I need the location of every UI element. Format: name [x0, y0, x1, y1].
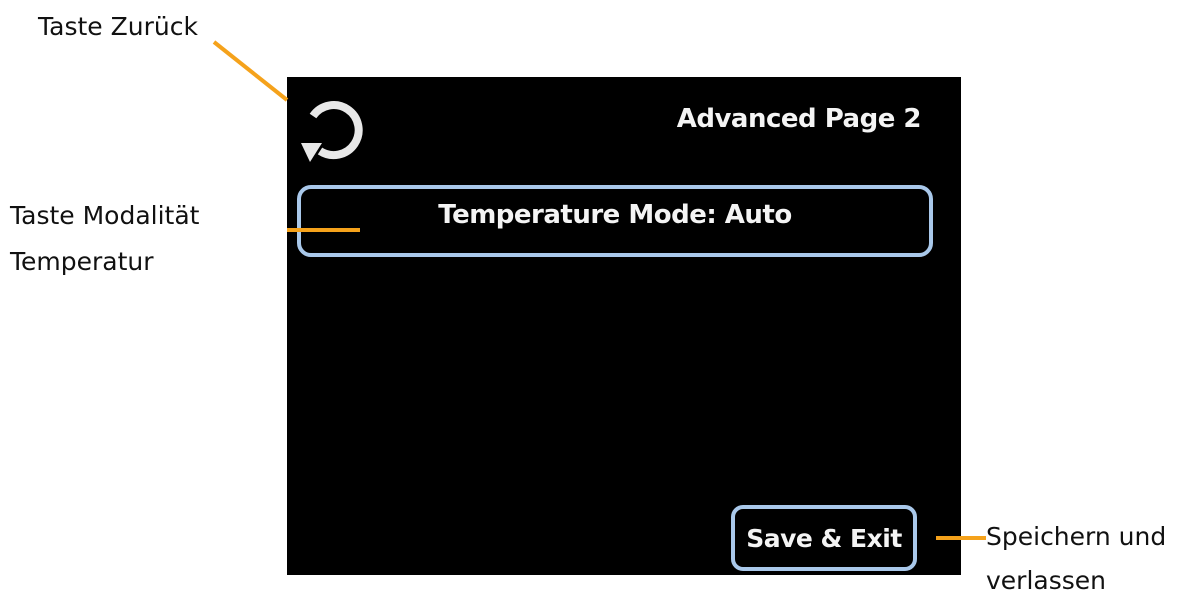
- callout-save-label-line1: Speichern und: [986, 522, 1167, 551]
- leader-line-back: [212, 40, 289, 102]
- callout-save-label-line2: verlassen: [986, 566, 1106, 595]
- temperature-mode-button[interactable]: Temperature Mode: Auto: [297, 185, 933, 257]
- save-exit-button[interactable]: Save & Exit: [731, 505, 917, 571]
- temperature-mode-label: Temperature Mode: Auto: [438, 200, 792, 230]
- callout-back-label: Taste Zurück: [38, 12, 198, 41]
- callout-mode-label-line2: Temperatur: [10, 247, 154, 276]
- page-title: Advanced Page 2: [676, 104, 922, 134]
- callout-mode-label-line1: Taste Modalität: [10, 201, 200, 230]
- save-exit-label: Save & Exit: [746, 523, 902, 553]
- refresh-icon[interactable]: [297, 94, 369, 166]
- device-screen: Advanced Page 2 Temperature Mode: Auto S…: [287, 77, 961, 575]
